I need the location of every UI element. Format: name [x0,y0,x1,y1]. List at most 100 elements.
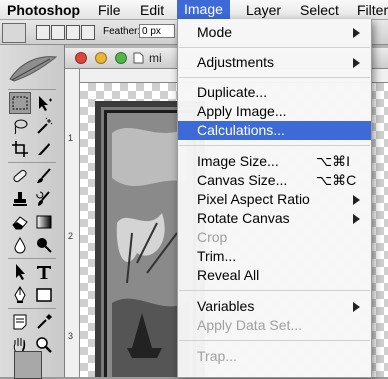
ruler-mark: 1 [68,133,74,143]
dodge-icon [37,238,52,253]
notes-tool[interactable] [9,311,31,333]
image-menu-dropdown: Mode Adjustments Duplicate... Apply Imag… [177,19,372,378]
menu-item-image-size[interactable]: Image Size... ⌥⌘I [178,152,371,171]
menu-item-label: Apply Data Set... [197,317,303,333]
document-title: mi [149,51,162,65]
brush-tool[interactable] [33,165,55,187]
dodge-tool[interactable] [33,234,55,256]
menu-item-label: Trim... [197,248,237,264]
menu-item-label: Duplicate... [197,84,268,100]
menu-item-label: Canvas Size... [197,172,288,188]
menu-item-rotate-canvas[interactable]: Rotate Canvas [178,209,371,228]
foreground-color-swatch[interactable] [14,351,42,379]
document-proxy-icon [133,52,144,64]
menu-item-label: Pixel Aspect Ratio [197,191,310,207]
marquee-tool[interactable] [9,92,31,114]
ruler-mark: 2 [68,231,74,241]
minimize-button[interactable] [95,52,107,64]
menu-separator [179,145,370,146]
menu-item-trim[interactable]: Trim... [178,247,371,266]
add-selection-button[interactable] [51,25,65,40]
ruler-vertical: 1 2 3 [65,69,80,377]
tools-palette [0,45,65,379]
gradient-icon [36,215,52,229]
menu-item-label: Adjustments [197,54,275,70]
toolbox-divider [8,308,56,309]
menu-select[interactable]: Select [300,1,339,19]
path-selection-tool[interactable] [9,261,31,283]
pen-tool[interactable] [9,284,31,306]
marquee-icon [12,96,28,110]
subtract-selection-button[interactable] [66,25,80,40]
menu-separator [179,290,370,291]
menu-filter[interactable]: Filter [357,1,388,19]
pen-nib-icon [14,286,26,303]
menu-item-pixel-aspect-ratio[interactable]: Pixel Aspect Ratio [178,190,371,209]
clone-stamp-tool[interactable] [9,188,31,210]
menu-file[interactable]: File [98,1,121,19]
feather-input[interactable]: 0 px [139,24,175,38]
menu-item-label: Image Size... [197,153,279,169]
menu-photoshop[interactable]: Photoshop [7,1,80,19]
toolbox-divider [8,162,56,163]
lasso-tool[interactable] [9,115,31,137]
toolbox-divider [8,258,56,259]
lasso-icon [14,119,28,135]
menu-layer[interactable]: Layer [246,1,281,19]
move-tool[interactable] [33,92,55,114]
new-selection-button[interactable] [36,25,50,40]
close-button[interactable] [75,52,87,64]
menu-item-apply-image[interactable]: Apply Image... [178,102,371,121]
menu-image[interactable]: Image [177,0,230,19]
menu-item-reveal-all[interactable]: Reveal All [178,266,371,285]
slice-knife-icon [38,143,50,155]
blur-tool[interactable] [9,234,31,256]
menu-item-crop: Crop [178,228,371,247]
feather-label: Feather: [103,26,141,37]
bandage-icon [13,169,27,183]
healing-brush-tool[interactable] [9,165,31,187]
eyedropper-tool[interactable] [33,311,55,333]
menu-item-label: Mode [197,24,233,40]
menu-bar: Photoshop File Edit Image Layer Select F… [0,0,388,20]
tool-preset-picker[interactable] [2,23,26,43]
submenu-arrow-icon [353,302,360,312]
menu-item-calculations[interactable]: Calculations... [178,121,371,140]
eyedropper-icon [37,314,52,329]
menu-item-mode[interactable]: Mode [178,23,371,42]
menu-item-variables[interactable]: Variables [178,297,371,316]
type-tool[interactable] [33,261,55,283]
history-brush-tool[interactable] [33,188,55,210]
eraser-tool[interactable] [9,211,31,233]
move-arrow-icon [39,96,52,111]
menu-item-label: Trap... [197,348,237,364]
menu-item-label: Rotate Canvas [197,210,290,226]
magic-wand-tool[interactable] [33,115,55,137]
type-t-icon [37,266,51,279]
menu-item-adjustments[interactable]: Adjustments [178,53,371,72]
menu-separator [179,340,370,341]
zoom-button[interactable] [115,52,127,64]
water-drop-icon [14,237,26,254]
toolbox-divider [8,89,56,90]
intersect-selection-button[interactable] [81,25,95,40]
gradient-tool[interactable] [33,211,55,233]
menu-item-duplicate[interactable]: Duplicate... [178,83,371,102]
menu-item-canvas-size[interactable]: Canvas Size... ⌥⌘C [178,171,371,190]
menu-edit[interactable]: Edit [140,1,164,19]
menu-item-shortcut: ⌥⌘C [316,172,357,188]
rectangle-shape-icon [36,288,52,302]
eraser-icon [12,216,28,230]
crop-icon [12,141,28,157]
menu-item-label: Variables [197,298,255,314]
submenu-arrow-icon [353,195,360,205]
menu-item-trap: Trap... [178,347,371,366]
path-select-arrow-icon [16,264,25,280]
slice-tool[interactable] [33,138,55,160]
menu-item-label: Calculations... [197,122,285,138]
rectangle-tool[interactable] [33,284,55,306]
crop-tool[interactable] [9,138,31,160]
menu-item-label: Crop [197,229,228,245]
menu-item-apply-data-set: Apply Data Set... [178,316,371,335]
history-brush-icon [36,191,50,206]
